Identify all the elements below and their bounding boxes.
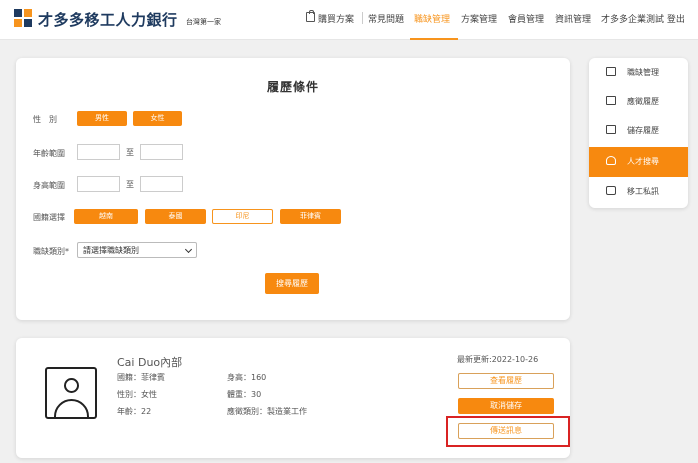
- brand-name[interactable]: 才多多移工人力銀行: [38, 9, 178, 30]
- nav-info-management[interactable]: 資訊管理: [555, 12, 591, 25]
- top-header: 才多多移工人力銀行 台灣第一家 購買方案 常見問題 職缺管理 方案管理 會員管理…: [0, 0, 698, 40]
- candidate-age: 年齡：22: [117, 407, 152, 416]
- document-icon: [606, 96, 616, 105]
- side-menu-saved-resumes[interactable]: 儲存履歷: [589, 116, 688, 146]
- candidate-name: Cai Duo內部: [117, 356, 183, 369]
- last-updated: 最新更新:2022-10-26: [457, 355, 539, 364]
- nav-active-indicator: [410, 38, 458, 40]
- height-to-label: 至: [126, 180, 134, 189]
- nav-divider: [362, 12, 363, 24]
- gender-male-button[interactable]: 男性: [77, 111, 127, 126]
- height-range-label: 身高範圍: [33, 181, 65, 190]
- cart-icon[interactable]: [306, 10, 315, 22]
- nav-purchase-plan[interactable]: 購買方案: [318, 12, 354, 25]
- search-card-title: 履歷條件: [266, 80, 319, 94]
- candidate-nationality: 國籍：菲律賓: [117, 373, 165, 382]
- nav-user-logout[interactable]: 才多多企業測試 登出: [601, 12, 685, 25]
- candidate-weight: 體重：30: [227, 390, 262, 399]
- nationality-vietnam-button[interactable]: 越南: [74, 209, 138, 224]
- nationality-philippines-button[interactable]: 菲律賓: [280, 209, 341, 224]
- avatar-icon: [45, 367, 97, 419]
- candidate-height: 身高：160: [227, 373, 267, 382]
- side-menu-label: 人才搜尋: [627, 157, 659, 166]
- side-menu-label: 移工私訊: [627, 187, 659, 196]
- age-min-input[interactable]: [77, 144, 120, 160]
- nav-faq[interactable]: 常見問題: [368, 12, 404, 25]
- age-range-label: 年齡範圍: [33, 149, 65, 158]
- folder-icon: [606, 125, 616, 134]
- brand-tagline: 台灣第一家: [186, 18, 221, 26]
- send-message-highlight-box: [446, 416, 570, 447]
- side-menu-label: 儲存履歷: [627, 126, 659, 135]
- age-max-input[interactable]: [140, 144, 183, 160]
- resume-search-card: 履歷條件 性 別 男性 女性 年齡範圍 至 身高範圍 至 國籍選擇 越南 泰國 …: [16, 58, 570, 320]
- height-min-input[interactable]: [77, 176, 120, 192]
- job-category-label: 職缺類別*: [33, 247, 69, 256]
- gender-label: 性 別: [33, 115, 57, 124]
- view-resume-button[interactable]: 查看履歷: [458, 373, 554, 389]
- side-menu-worker-messages[interactable]: 移工私訊: [589, 177, 688, 207]
- side-menu-job-management[interactable]: 職缺管理: [589, 58, 688, 88]
- nationality-label: 國籍選擇: [33, 213, 65, 222]
- age-to-label: 至: [126, 148, 134, 157]
- nav-plan-management[interactable]: 方案管理: [461, 12, 497, 25]
- unsave-resume-button[interactable]: 取消儲存: [458, 398, 554, 414]
- side-menu-label: 職缺管理: [627, 68, 659, 77]
- candidate-job-category: 應徵類別：製造業工作: [227, 407, 307, 416]
- chevron-down-icon: [184, 245, 193, 254]
- briefcase-icon: [606, 67, 616, 76]
- logo-icon[interactable]: [14, 9, 32, 27]
- candidate-gender: 性別：女性: [117, 390, 157, 399]
- job-category-select[interactable]: 請選擇職缺類別: [77, 242, 197, 258]
- nav-member-management[interactable]: 會員管理: [508, 12, 544, 25]
- search-resume-button[interactable]: 搜尋履歷: [265, 273, 319, 294]
- nav-job-management[interactable]: 職缺管理: [414, 12, 450, 25]
- side-menu-applied-resumes[interactable]: 應徵履歷: [589, 87, 688, 117]
- side-menu-talent-search[interactable]: 人才搜尋: [589, 147, 688, 177]
- nationality-indonesia-button[interactable]: 印尼: [212, 209, 273, 224]
- nationality-thailand-button[interactable]: 泰國: [145, 209, 206, 224]
- side-menu: 職缺管理 應徵履歷 儲存履歷 人才搜尋 移工私訊: [589, 58, 688, 208]
- height-max-input[interactable]: [140, 176, 183, 192]
- job-category-select-value: 請選擇職缺類別: [83, 246, 139, 255]
- side-menu-label: 應徵履歷: [627, 97, 659, 106]
- chat-icon: [606, 186, 616, 195]
- person-search-icon: [606, 156, 616, 165]
- gender-female-button[interactable]: 女性: [133, 111, 182, 126]
